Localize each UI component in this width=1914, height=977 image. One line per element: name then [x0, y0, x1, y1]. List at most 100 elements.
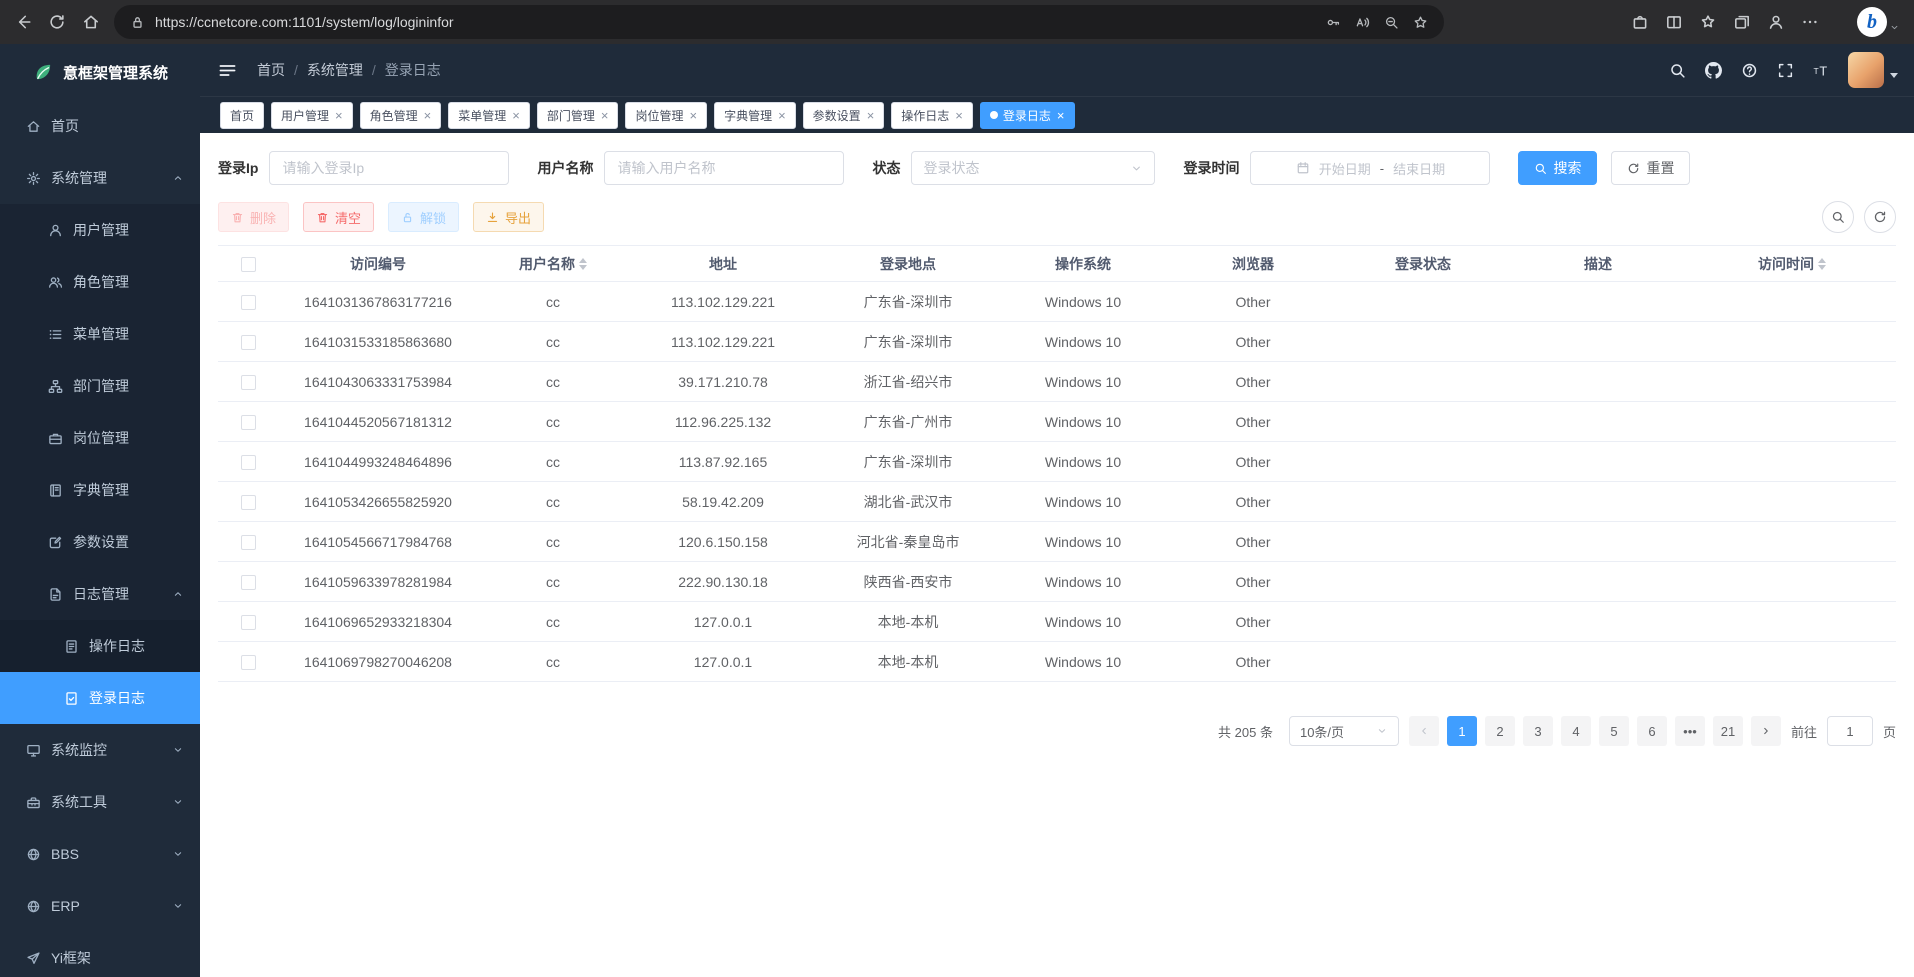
- close-tab-icon[interactable]: ×: [689, 109, 697, 122]
- row-checkbox[interactable]: [241, 495, 256, 510]
- previous-page-button[interactable]: [1409, 716, 1439, 746]
- split-screen-icon[interactable]: [1665, 13, 1683, 31]
- back-icon[interactable]: [14, 13, 32, 31]
- row-checkbox[interactable]: [241, 415, 256, 430]
- copilot-button[interactable]: b: [1857, 7, 1887, 37]
- tab-item[interactable]: 首页: [220, 102, 264, 129]
- close-tab-icon[interactable]: ×: [955, 109, 963, 122]
- row-checkbox[interactable]: [241, 295, 256, 310]
- more-icon[interactable]: [1801, 13, 1819, 31]
- page-button[interactable]: 3: [1523, 716, 1553, 746]
- page-size-select[interactable]: 10条/页: [1289, 716, 1399, 746]
- page-button[interactable]: 4: [1561, 716, 1591, 746]
- row-checkbox[interactable]: [241, 335, 256, 350]
- close-tab-icon[interactable]: ×: [424, 109, 432, 122]
- sidebar-item[interactable]: 操作日志: [0, 620, 200, 672]
- close-tab-icon[interactable]: ×: [512, 109, 520, 122]
- unlock-button[interactable]: 解锁: [388, 202, 459, 232]
- pager-ellipsis[interactable]: •••: [1675, 716, 1705, 746]
- row-checkbox[interactable]: [241, 655, 256, 670]
- tab-item[interactable]: 岗位管理×: [625, 102, 707, 129]
- search-button[interactable]: 搜索: [1518, 151, 1597, 185]
- close-tab-icon[interactable]: ×: [335, 109, 343, 122]
- sidebar-item[interactable]: 登录日志: [0, 672, 200, 724]
- close-tab-icon[interactable]: ×: [601, 109, 609, 122]
- extensions-icon[interactable]: [1631, 13, 1649, 31]
- goto-page-input[interactable]: [1827, 716, 1873, 746]
- question-icon[interactable]: [1741, 62, 1758, 79]
- close-tab-icon[interactable]: ×: [778, 109, 786, 122]
- home-icon[interactable]: [82, 13, 100, 31]
- tab-item[interactable]: 用户管理×: [271, 102, 353, 129]
- sidebar-item[interactable]: 参数设置: [0, 516, 200, 568]
- sidebar-item[interactable]: 部门管理: [0, 360, 200, 412]
- sidebar-item[interactable]: 系统工具: [0, 776, 200, 828]
- user-name-input[interactable]: [604, 151, 844, 185]
- chevron-down-icon[interactable]: [1889, 22, 1900, 33]
- fullscreen-icon[interactable]: [1777, 62, 1794, 79]
- page-button[interactable]: 5: [1599, 716, 1629, 746]
- read-aloud-icon[interactable]: [1355, 15, 1370, 30]
- sort-carets-icon[interactable]: [1818, 258, 1826, 270]
- tab-item[interactable]: 参数设置×: [803, 102, 885, 129]
- sidebar-item[interactable]: 岗位管理: [0, 412, 200, 464]
- sidebar-item[interactable]: 用户管理: [0, 204, 200, 256]
- page-button[interactable]: 2: [1485, 716, 1515, 746]
- login-time-range-picker[interactable]: 开始日期 - 结束日期: [1250, 151, 1490, 185]
- zoom-out-icon[interactable]: [1384, 15, 1399, 30]
- table-column-header[interactable]: 访问时间: [1688, 246, 1896, 282]
- export-button[interactable]: 导出: [473, 202, 544, 232]
- tab-item[interactable]: 部门管理×: [537, 102, 619, 129]
- sidebar-item[interactable]: 字典管理: [0, 464, 200, 516]
- hamburger-icon[interactable]: [218, 61, 237, 80]
- search-tool-button[interactable]: [1822, 201, 1854, 233]
- favorite-star-icon[interactable]: [1413, 15, 1428, 30]
- close-tab-icon[interactable]: ×: [867, 109, 875, 122]
- next-page-button[interactable]: [1751, 716, 1781, 746]
- sidebar-item[interactable]: 日志管理: [0, 568, 200, 620]
- sidebar-item[interactable]: 角色管理: [0, 256, 200, 308]
- sort-carets-icon[interactable]: [579, 258, 587, 270]
- sidebar-item[interactable]: BBS: [0, 828, 200, 880]
- refresh-icon[interactable]: [48, 13, 66, 31]
- row-checkbox[interactable]: [241, 455, 256, 470]
- select-all-checkbox[interactable]: [241, 257, 256, 272]
- sidebar-item[interactable]: Yi框架: [0, 932, 200, 977]
- sidebar-item[interactable]: 首页: [0, 100, 200, 152]
- close-tab-icon[interactable]: ×: [1057, 109, 1065, 122]
- sidebar-item[interactable]: 菜单管理: [0, 308, 200, 360]
- tab-item[interactable]: 菜单管理×: [448, 102, 530, 129]
- row-checkbox[interactable]: [241, 535, 256, 550]
- favorites-icon[interactable]: [1699, 13, 1717, 31]
- address-bar[interactable]: https://ccnetcore.com:1101/system/log/lo…: [114, 5, 1444, 39]
- refresh-tool-button[interactable]: [1864, 201, 1896, 233]
- tab-item[interactable]: 角色管理×: [360, 102, 442, 129]
- breadcrumb-item[interactable]: 首页: [257, 60, 285, 80]
- table-column-header[interactable]: 用户名称: [478, 246, 628, 282]
- page-button[interactable]: 6: [1637, 716, 1667, 746]
- login-ip-input[interactable]: [269, 151, 509, 185]
- page-button[interactable]: 21: [1713, 716, 1743, 746]
- key-icon[interactable]: [1326, 15, 1341, 30]
- reset-button[interactable]: 重置: [1611, 151, 1690, 185]
- collections-icon[interactable]: [1733, 13, 1751, 31]
- row-checkbox[interactable]: [241, 615, 256, 630]
- search-icon[interactable]: [1669, 62, 1686, 79]
- tab-item[interactable]: 字典管理×: [714, 102, 796, 129]
- delete-button[interactable]: 删除: [218, 202, 289, 232]
- tab-active[interactable]: 登录日志×: [980, 102, 1075, 129]
- status-select[interactable]: 登录状态: [911, 151, 1155, 185]
- sidebar-item[interactable]: ERP: [0, 880, 200, 932]
- sidebar-item[interactable]: 系统监控: [0, 724, 200, 776]
- sidebar-item[interactable]: 系统管理: [0, 152, 200, 204]
- profile-icon[interactable]: [1767, 13, 1785, 31]
- avatar[interactable]: [1848, 52, 1884, 88]
- github-icon[interactable]: [1705, 62, 1722, 79]
- clear-button[interactable]: 清空: [303, 202, 374, 232]
- row-checkbox[interactable]: [241, 375, 256, 390]
- font-size-icon[interactable]: TT: [1813, 62, 1830, 79]
- tab-item[interactable]: 操作日志×: [891, 102, 973, 129]
- row-checkbox[interactable]: [241, 575, 256, 590]
- breadcrumb-item[interactable]: 系统管理: [307, 60, 363, 80]
- page-button[interactable]: 1: [1447, 716, 1477, 746]
